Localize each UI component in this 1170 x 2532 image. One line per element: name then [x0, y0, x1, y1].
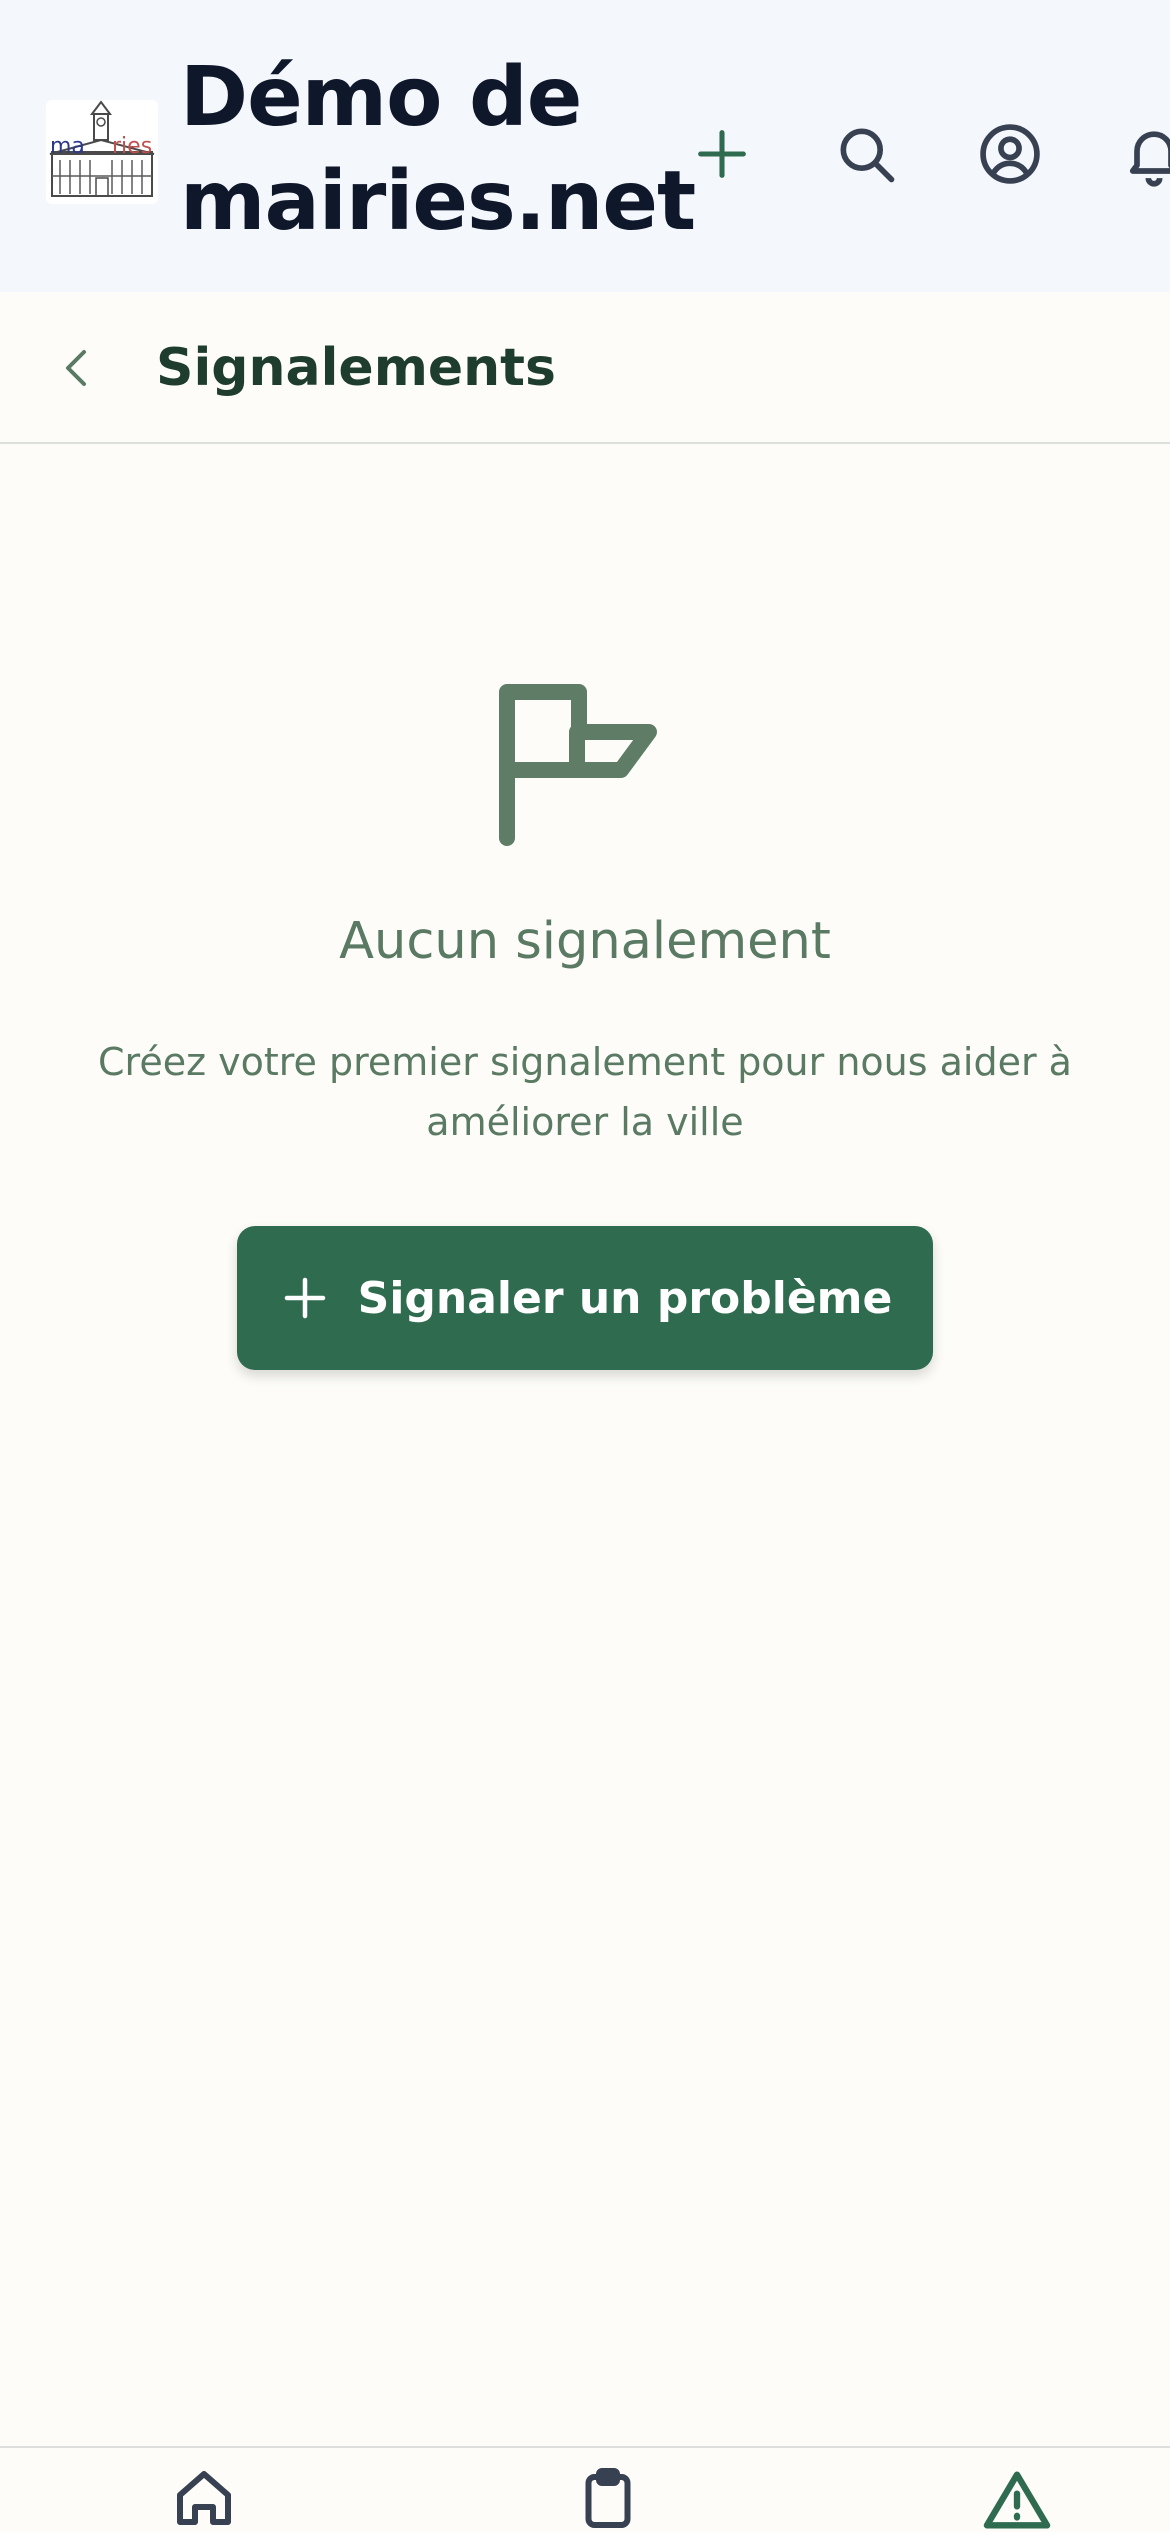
flag-icon [499, 684, 657, 846]
chevron-left-icon [66, 350, 86, 386]
add-button[interactable] [686, 118, 758, 190]
home-icon [177, 2471, 231, 2525]
notifications-button[interactable] [1118, 118, 1170, 190]
nav-item-requests[interactable] [562, 2462, 654, 2532]
bottom-navigation [0, 2446, 1170, 2532]
svg-text:ma: ma [50, 134, 85, 159]
account-button[interactable] [974, 118, 1046, 190]
empty-state-description: Créez votre premier signalement pour nou… [98, 1040, 1072, 1144]
report-problem-button[interactable]: Signaler un problème [237, 1226, 933, 1370]
town-hall-logo-image: ma ries [46, 100, 158, 204]
back-button[interactable] [44, 334, 112, 402]
app-header: ma ries Démo de mairies.net [0, 0, 1170, 292]
plus-icon [284, 1277, 325, 1319]
nav-item-reports[interactable] [971, 2462, 1063, 2532]
app-title: Démo de mairies.net [180, 50, 696, 249]
page-title: Signalements [156, 338, 556, 398]
search-button[interactable] [830, 118, 902, 190]
bell-icon [1129, 131, 1170, 187]
plus-icon [698, 130, 746, 178]
report-problem-label: Signaler un problème [357, 1272, 893, 1324]
nav-item-home[interactable] [158, 2462, 250, 2532]
svg-text:ries: ries [112, 134, 152, 159]
alert-triangle-icon [983, 2471, 1051, 2529]
user-circle-icon [980, 124, 1040, 184]
page-subheader: Signalements [0, 292, 1170, 444]
empty-state-heading: Aucun signalement [339, 912, 831, 971]
clipboard-icon [585, 2468, 631, 2528]
mairies-logo[interactable]: ma ries [46, 100, 158, 204]
search-icon [840, 128, 895, 183]
